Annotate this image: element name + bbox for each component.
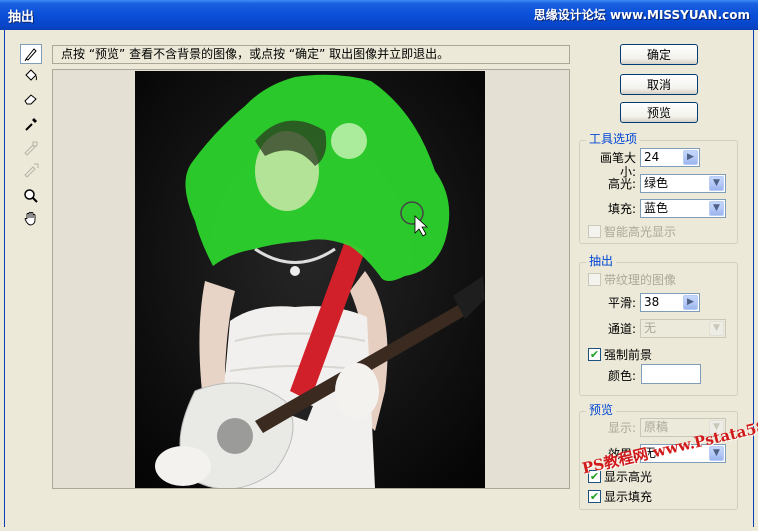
highlight-label: 高光: (607, 177, 636, 191)
fill-color-select[interactable]: 蓝色 ▼ (640, 199, 726, 218)
preview-legend: 预览 (586, 403, 617, 417)
show-fill-checkbox[interactable]: ✔ (588, 490, 601, 503)
window-title: 抽出 (8, 9, 35, 25)
highlight-color-select[interactable]: 绿色 ▼ (640, 174, 726, 193)
chevron-down-icon[interactable]: ▼ (709, 176, 724, 191)
extraction-legend: 抽出 (586, 254, 617, 268)
eyedropper-icon (25, 118, 37, 131)
edge-touchup-tool[interactable] (20, 160, 42, 180)
ok-button[interactable]: 确定 (620, 44, 698, 65)
smart-highlight-checkbox[interactable] (588, 225, 601, 238)
eraser-tool[interactable] (20, 88, 42, 108)
highlighter-icon (24, 48, 37, 62)
instruction-text: 点按 “预览” 查看不含背景的图像，或点按 “确定” 取出图像并立即退出。 (52, 45, 570, 64)
textured-image-checkbox[interactable] (588, 273, 601, 286)
show-label: 显示: (607, 421, 636, 435)
foreground-color-swatch[interactable] (641, 364, 701, 384)
hand-icon (24, 212, 36, 226)
hand-tool[interactable] (20, 208, 42, 228)
fill-label: 填充: (607, 202, 636, 216)
subject-photo[interactable] (135, 71, 485, 488)
brush-size-slider-arrow-icon[interactable]: ▶ (683, 150, 698, 165)
channel-select[interactable]: 无 ▼ (640, 319, 726, 338)
magnifier-icon (24, 189, 38, 203)
cleanup-brush-icon (24, 141, 38, 156)
cancel-button[interactable]: 取消 (620, 74, 698, 95)
cleanup-tool[interactable] (20, 138, 42, 158)
smart-highlight-label: 智能高光显示 (604, 225, 677, 239)
chevron-down-icon[interactable]: ▼ (709, 201, 724, 216)
brush-size-input[interactable]: 24 ▶ (640, 148, 700, 167)
title-bar[interactable]: 抽出 思缘设计论坛 www.MISSYUAN.com (0, 0, 758, 30)
channel-label: 通道: (607, 322, 636, 336)
show-fill-label: 显示填充 (604, 490, 653, 504)
color-label: 颜色: (607, 369, 636, 383)
eraser-icon (24, 94, 37, 105)
tool-options-legend: 工具选项 (586, 132, 641, 146)
force-foreground-label: 强制前景 (604, 348, 653, 362)
fill-tool[interactable] (20, 66, 42, 86)
eyedropper-tool[interactable] (20, 114, 42, 134)
edge-touchup-icon (24, 163, 39, 178)
edge-highlighter-tool[interactable] (20, 44, 42, 64)
zoom-tool[interactable] (20, 186, 42, 206)
bride-guitar-image (135, 71, 485, 488)
smooth-label: 平滑: (607, 296, 636, 310)
brush-size-label: 画笔大小: (599, 151, 636, 179)
preview-button[interactable]: 预览 (620, 102, 698, 123)
smooth-input[interactable]: 38 ▶ (640, 293, 700, 312)
paint-bucket-icon (25, 69, 37, 81)
smooth-slider-arrow-icon[interactable]: ▶ (683, 295, 698, 310)
chevron-down-icon[interactable]: ▼ (709, 321, 724, 336)
site-watermark: 思缘设计论坛 www.MISSYUAN.com (533, 8, 750, 22)
textured-image-label: 带纹理的图像 (604, 273, 677, 287)
force-foreground-checkbox[interactable]: ✔ (588, 348, 601, 361)
